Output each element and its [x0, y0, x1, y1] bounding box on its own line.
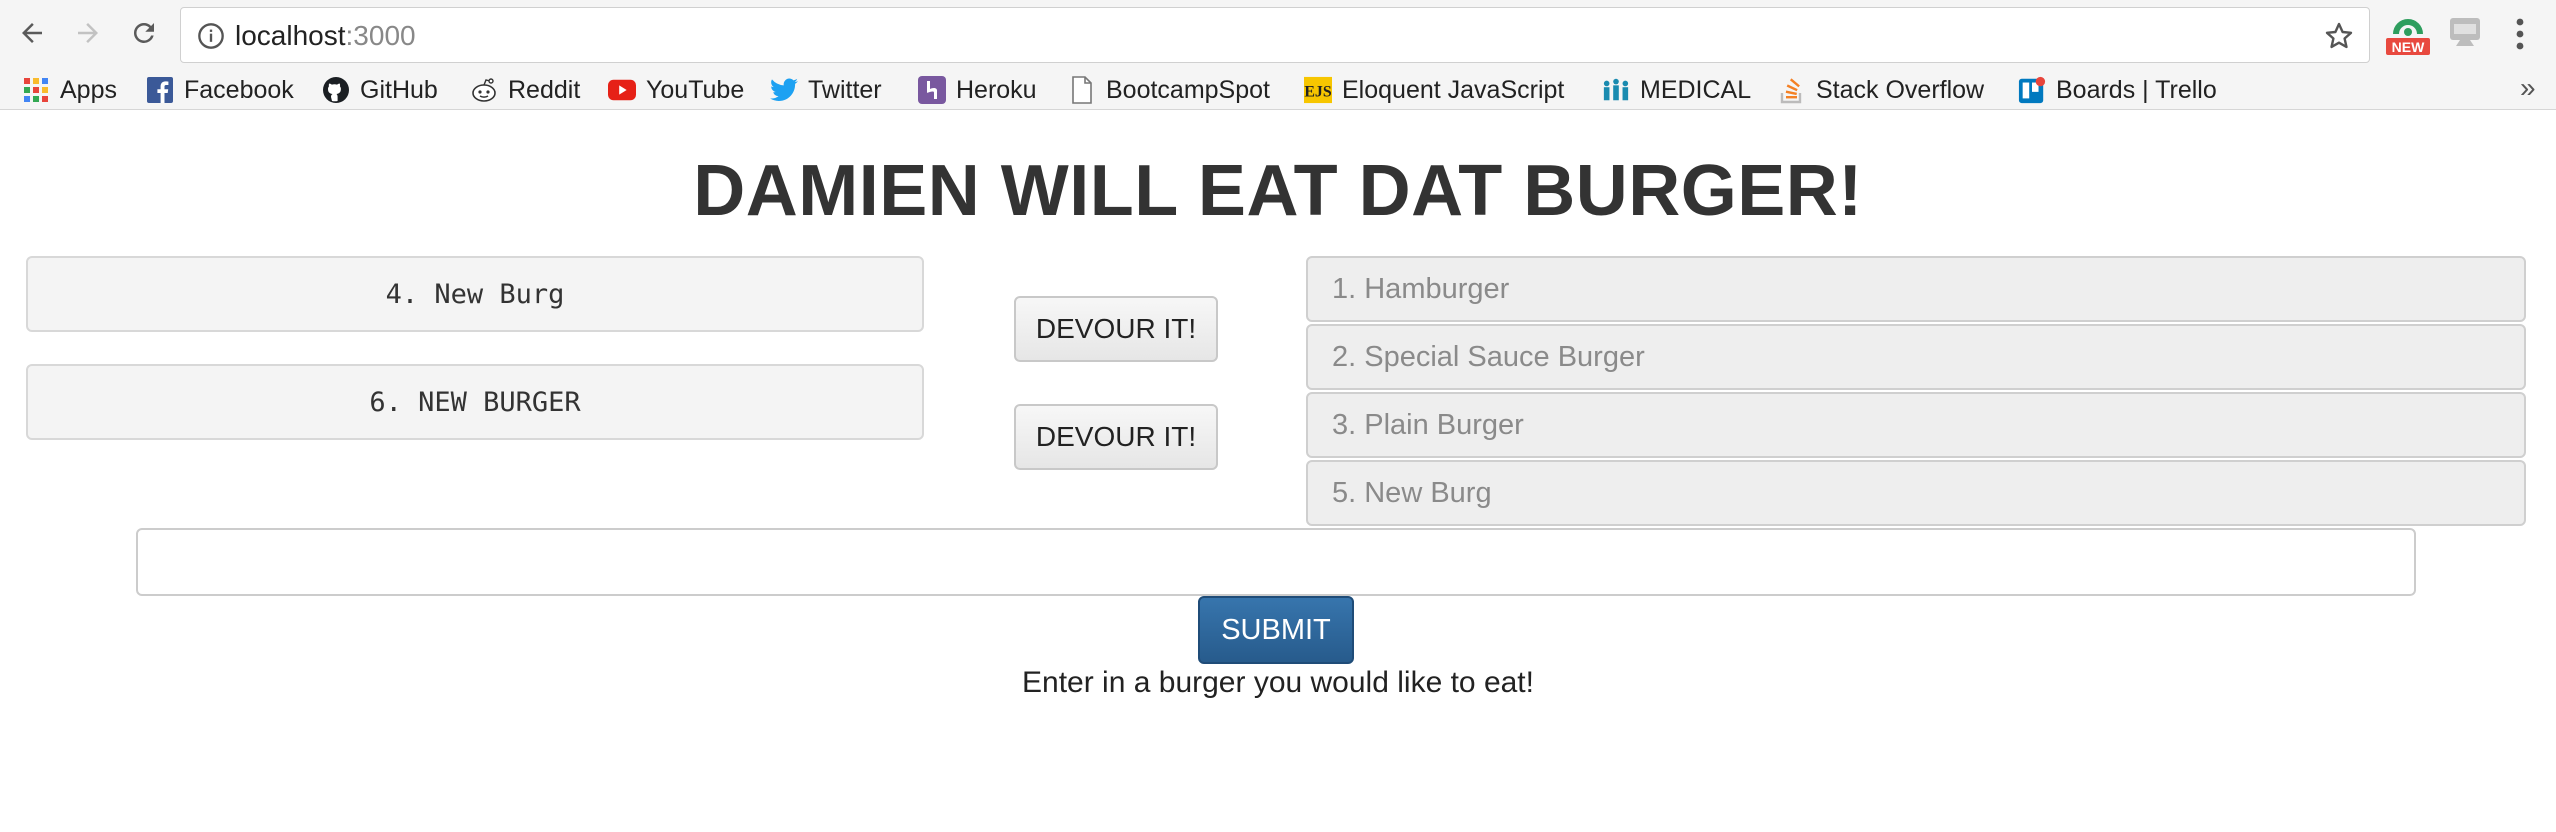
extension-new-button[interactable]: NEW — [2384, 14, 2432, 61]
bookmark-star-icon[interactable] — [2323, 20, 2355, 52]
reload-button[interactable] — [124, 13, 164, 53]
bookmark-label: Heroku — [956, 75, 1037, 104]
bookmark-label: Apps — [60, 75, 117, 104]
bookmark-youtube[interactable]: YouTube — [608, 74, 744, 106]
devour-button[interactable]: DEVOUR IT! — [1014, 404, 1218, 470]
url-host: localhost — [235, 20, 346, 51]
page-icon — [1068, 76, 1096, 104]
facebook-icon — [146, 76, 174, 104]
bookmark-eloquent-javascript[interactable]: EJS Eloquent JavaScript — [1304, 74, 1564, 106]
back-arrow-icon — [22, 23, 42, 43]
forward-arrow-icon — [78, 23, 98, 43]
info-icon[interactable] — [197, 22, 225, 50]
bookmark-label: BootcampSpot — [1106, 75, 1270, 104]
bookmark-label: Eloquent JavaScript — [1342, 75, 1565, 104]
browser-toolbar: localhost:3000 NEW — [0, 0, 2556, 70]
bookmark-label: MEDICAL — [1640, 75, 1752, 104]
twitter-icon — [770, 76, 798, 104]
devoured-burger-item: 3. Plain Burger — [1306, 392, 2526, 458]
bookmark-reddit[interactable]: Reddit — [470, 74, 580, 106]
devour-button[interactable]: DEVOUR IT! — [1014, 296, 1218, 362]
burger-name-input[interactable] — [136, 528, 2416, 596]
extension-css-button[interactable] — [2448, 14, 2482, 53]
bookmark-github[interactable]: GitHub — [322, 74, 438, 106]
bookmark-stack-overflow[interactable]: Stack Overflow — [1778, 74, 1984, 106]
extension-new-icon: NEW — [2386, 19, 2430, 55]
reload-icon — [133, 22, 154, 43]
bookmark-heroku[interactable]: Heroku — [918, 74, 1037, 106]
css-extension-icon — [2450, 18, 2480, 46]
uneaten-burger-item: 4. New Burg — [26, 256, 924, 332]
bookmark-label: Facebook — [184, 75, 294, 104]
apps-grid-icon — [22, 76, 50, 104]
extension-new-badge: NEW — [2392, 39, 2425, 55]
devoured-burger-item: 1. Hamburger — [1306, 256, 2526, 322]
ejs-icon: EJS — [1304, 76, 1332, 104]
bookmark-medical[interactable]: MEDICAL — [1602, 74, 1751, 106]
bookmark-label: Stack Overflow — [1816, 75, 1985, 104]
stackoverflow-icon — [1778, 76, 1806, 104]
svg-text:EJS: EJS — [1304, 84, 1332, 101]
address-bar[interactable]: localhost:3000 — [180, 7, 2370, 63]
url-text: localhost:3000 — [235, 20, 416, 52]
bookmark-trello[interactable]: Boards | Trello — [2018, 74, 2217, 106]
bookmark-label: GitHub — [360, 75, 438, 104]
youtube-icon — [608, 76, 636, 104]
bookmark-bootcampspot[interactable]: BootcampSpot — [1068, 74, 1270, 106]
bookmark-label: Twitter — [808, 75, 882, 104]
uneaten-burger-item: 6. NEW BURGER — [26, 364, 924, 440]
submit-button[interactable]: SUBMIT — [1198, 596, 1354, 664]
bookmarks-overflow-button[interactable]: » — [2520, 72, 2536, 104]
back-button[interactable] — [12, 13, 52, 53]
form-hint-text: Enter in a burger you would like to eat! — [1022, 666, 1534, 699]
bookmark-label: Reddit — [508, 75, 581, 104]
forward-button[interactable] — [68, 13, 108, 53]
devoured-burger-item: 5. New Burg — [1306, 460, 2526, 526]
bookmark-twitter[interactable]: Twitter — [770, 74, 882, 106]
devoured-burger-item: 2. Special Sauce Burger — [1306, 324, 2526, 390]
bookmark-label: Boards | Trello — [2056, 75, 2217, 104]
trello-icon — [2018, 76, 2046, 104]
bookmarks-bar: Apps Facebook GitHub Reddit YouTube Twit… — [0, 70, 2556, 110]
bookmark-facebook[interactable]: Facebook — [146, 74, 294, 106]
github-icon — [322, 76, 350, 104]
heroku-icon — [918, 76, 946, 104]
reddit-icon — [470, 76, 498, 104]
people-icon — [1602, 76, 1630, 104]
url-port: :3000 — [345, 20, 416, 51]
bookmark-apps[interactable]: Apps — [22, 74, 117, 106]
page-title: DAMIEN WILL EAT DAT BURGER! — [693, 151, 1863, 231]
browser-menu-icon[interactable] — [2508, 14, 2532, 54]
bookmark-label: YouTube — [646, 75, 745, 104]
